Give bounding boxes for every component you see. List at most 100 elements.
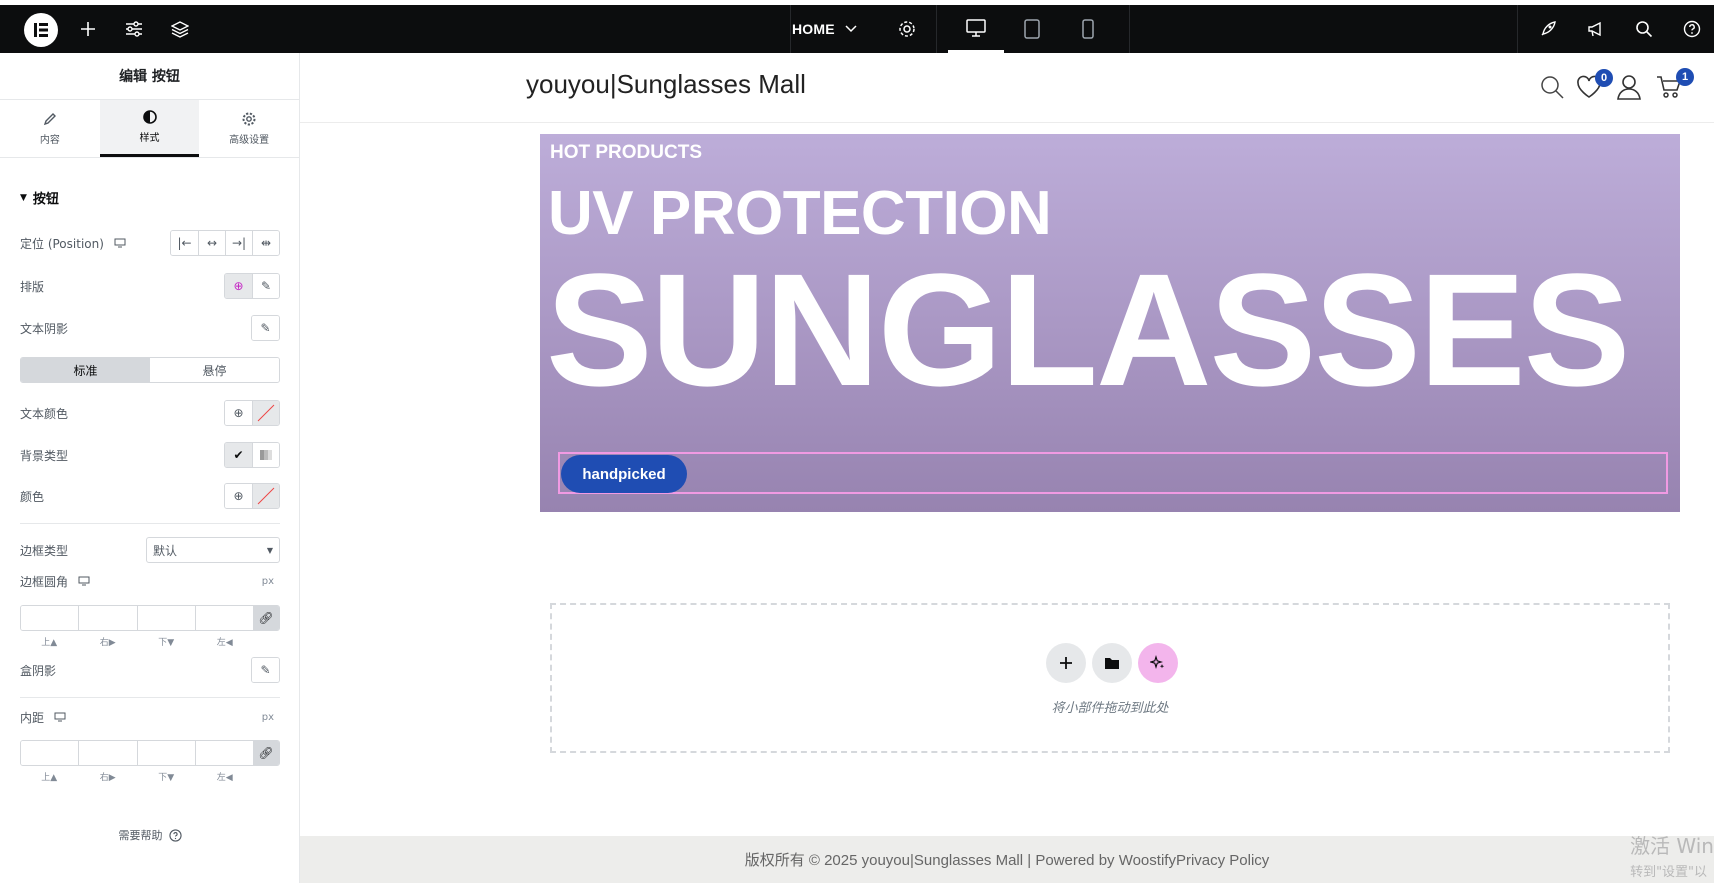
tablet-view-button[interactable] <box>1004 5 1060 53</box>
account-button[interactable] <box>1616 74 1642 104</box>
padding-bottom-input[interactable] <box>136 741 195 765</box>
edit-box-shadow-button[interactable]: ✎ <box>252 658 279 682</box>
header-search-button[interactable] <box>1540 75 1564 103</box>
tab-style[interactable]: 样式 <box>99 100 200 157</box>
need-help-link[interactable]: 需要帮助 <box>0 827 300 843</box>
finder-search-button[interactable] <box>1628 5 1660 53</box>
radius-left-input[interactable] <box>194 606 253 630</box>
global-bg-color-button[interactable]: ⊕ <box>225 484 252 508</box>
radius-bottom-input[interactable] <box>136 606 195 630</box>
bg-gradient-button[interactable] <box>252 443 279 467</box>
global-typography-button[interactable]: ⊕ <box>225 274 252 298</box>
radius-right-input[interactable] <box>78 606 137 630</box>
border-type-value: 默认 <box>153 543 178 558</box>
state-tab-normal[interactable]: 标准 <box>21 358 150 382</box>
padding-right-input[interactable] <box>78 741 137 765</box>
ai-generate-button[interactable] <box>1138 643 1178 683</box>
globe-icon: ⊕ <box>233 489 244 503</box>
folder-icon <box>1105 658 1119 669</box>
widget-drop-zone[interactable]: 将小部件拖动到此处 <box>550 603 1670 753</box>
no-color-icon <box>257 404 275 422</box>
site-settings-button[interactable] <box>118 5 150 53</box>
desktop-icon <box>966 18 986 37</box>
structure-button[interactable] <box>164 5 196 53</box>
padding-unit[interactable]: px <box>262 712 274 723</box>
border-type-select[interactable]: 默认 ▼ <box>146 537 280 563</box>
pencil-icon: ✎ <box>260 663 271 677</box>
edit-typography-button[interactable]: ✎ <box>252 274 279 298</box>
link-values-button[interactable]: 🔗︎ <box>253 741 279 765</box>
bg-type-controls: ✔ <box>224 442 280 468</box>
desktop-icon <box>78 576 90 586</box>
link-values-button[interactable]: 🔗︎ <box>253 606 279 630</box>
link-icon: 🔗︎ <box>258 611 274 625</box>
state-tab-hover[interactable]: 悬停 <box>150 358 279 382</box>
bg-classic-button[interactable]: ✔ <box>225 443 252 467</box>
hero-big-title: SUNGLASSES <box>546 250 1630 410</box>
padding-left-input[interactable] <box>194 741 253 765</box>
padding-top-input[interactable] <box>21 741 79 765</box>
bg-color-controls: ⊕ <box>224 483 280 509</box>
page-settings-button[interactable] <box>890 5 924 53</box>
align-center-button[interactable]: ↔ <box>198 231 225 255</box>
position-label: 定位 (Position) <box>20 236 104 251</box>
align-end-button[interactable]: →| <box>225 231 252 255</box>
typography-label: 排版 <box>20 279 45 294</box>
border-radius-unit[interactable]: px <box>262 576 274 587</box>
gradient-icon <box>260 450 272 460</box>
whats-new-button[interactable] <box>1580 5 1612 53</box>
help-label: 需要帮助 <box>118 829 163 842</box>
radius-top-input[interactable] <box>21 606 79 630</box>
plus-icon <box>81 22 95 36</box>
text-color-controls: ⊕ <box>224 400 280 426</box>
publish-launch-button[interactable] <box>1532 5 1564 53</box>
no-color-icon <box>257 487 275 505</box>
layers-icon <box>171 21 189 38</box>
wishlist-count-badge: 0 <box>1595 69 1613 87</box>
link-icon: 🔗︎ <box>258 746 274 760</box>
section-toggle-button[interactable]: ▼ 按钮 <box>20 188 280 207</box>
brush-icon: ✔ <box>233 448 244 462</box>
elementor-logo-button[interactable] <box>24 13 58 47</box>
hero-section[interactable]: HOT PRODUCTS UV PROTECTION SUNGLASSES ha… <box>540 134 1680 512</box>
dim-label-top: 上▲ <box>41 638 58 648</box>
dim-label-left: 左◀ <box>216 638 233 648</box>
hero-kicker: HOT PRODUCTS <box>550 142 702 163</box>
tab-content[interactable]: 内容 <box>0 100 100 157</box>
border-radius-label: 边框圆角 <box>20 574 69 589</box>
tab-advanced-label: 高级设置 <box>229 134 270 146</box>
pencil-icon <box>43 112 56 125</box>
half-circle-icon <box>142 110 157 124</box>
mobile-view-button[interactable] <box>1060 5 1116 53</box>
page-selector[interactable]: HOME <box>792 5 857 53</box>
watermark-line2: 转到"设置"以 <box>1630 865 1708 880</box>
drop-zone-hint: 将小部件拖动到此处 <box>1051 701 1169 716</box>
desktop-view-button[interactable] <box>948 5 1004 53</box>
text-color-swatch[interactable] <box>252 401 279 425</box>
tab-advanced[interactable]: 高级设置 <box>199 100 299 157</box>
add-element-button[interactable] <box>72 5 104 53</box>
align-stretch-button[interactable]: ⇹ <box>252 231 279 255</box>
cart-button[interactable]: 1 <box>1656 68 1694 103</box>
help-button[interactable] <box>1676 5 1708 53</box>
global-color-button[interactable]: ⊕ <box>225 401 252 425</box>
site-title[interactable]: youyou|Sunglasses Mall <box>526 69 806 100</box>
state-tabs: 标准 悬停 <box>20 357 280 383</box>
wishlist-button[interactable]: 0 <box>1576 69 1613 103</box>
bg-color-swatch[interactable] <box>252 484 279 508</box>
panel-title: 编辑 按钮 <box>0 53 299 100</box>
align-start-button[interactable]: |← <box>171 231 198 255</box>
selected-button-widget[interactable]: handpicked <box>558 452 1668 494</box>
edit-text-shadow-button[interactable]: ✎ <box>252 316 279 340</box>
text-color-label: 文本颜色 <box>20 406 69 421</box>
padding-inputs: 🔗︎ <box>20 740 280 766</box>
dim-label-right: 右▶ <box>99 773 116 783</box>
add-section-button[interactable] <box>1046 643 1086 683</box>
handpicked-button[interactable]: handpicked <box>561 455 687 493</box>
pencil-icon: ✎ <box>260 279 272 293</box>
hero-headline: UV PROTECTION <box>548 179 1052 248</box>
search-icon <box>1636 21 1653 38</box>
question-icon <box>168 828 182 842</box>
panel-tabs: 内容 样式 高级设置 <box>0 100 299 158</box>
add-template-button[interactable] <box>1092 643 1132 683</box>
